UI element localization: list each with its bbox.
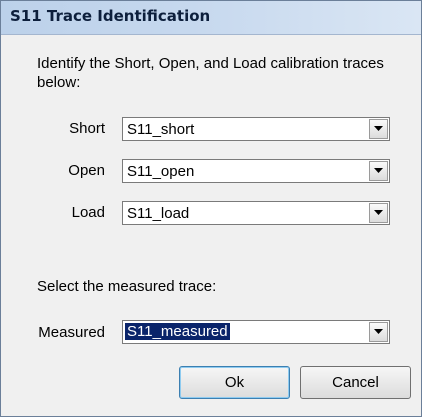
open-trace-value: S11_open <box>127 163 195 180</box>
measured-label: Measured <box>38 324 105 341</box>
open-label: Open <box>68 162 105 179</box>
load-label: Load <box>71 204 105 221</box>
load-trace-select[interactable]: S11_load <box>122 201 390 225</box>
chevron-down-icon <box>374 168 383 173</box>
trace-identification-dialog: S11 Trace Identification Identify the Sh… <box>0 0 422 417</box>
measured-trace-select[interactable]: S11_measured <box>122 320 390 344</box>
ok-button[interactable]: Ok <box>179 366 290 399</box>
open-trace-select[interactable]: S11_open <box>122 159 390 183</box>
short-label: Short <box>69 120 105 137</box>
load-dropdown-button[interactable] <box>369 203 388 223</box>
chevron-down-icon <box>374 210 383 215</box>
measured-dropdown-button[interactable] <box>369 322 388 342</box>
measured-section-label: Select the measured trace: <box>37 278 217 295</box>
short-trace-select[interactable]: S11_short <box>122 117 390 141</box>
chevron-down-icon <box>374 126 383 131</box>
load-trace-value: S11_load <box>127 205 190 222</box>
dialog-title: S11 Trace Identification <box>10 7 211 25</box>
instructions-text: Identify the Short, Open, and Load calib… <box>37 55 384 91</box>
measured-trace-value: S11_measured <box>124 322 231 341</box>
short-trace-value: S11_short <box>127 121 195 138</box>
chevron-down-icon <box>374 329 383 334</box>
cancel-button[interactable]: Cancel <box>300 366 411 399</box>
title-bar[interactable]: S11 Trace Identification <box>1 1 421 35</box>
open-dropdown-button[interactable] <box>369 161 388 181</box>
short-dropdown-button[interactable] <box>369 119 388 139</box>
